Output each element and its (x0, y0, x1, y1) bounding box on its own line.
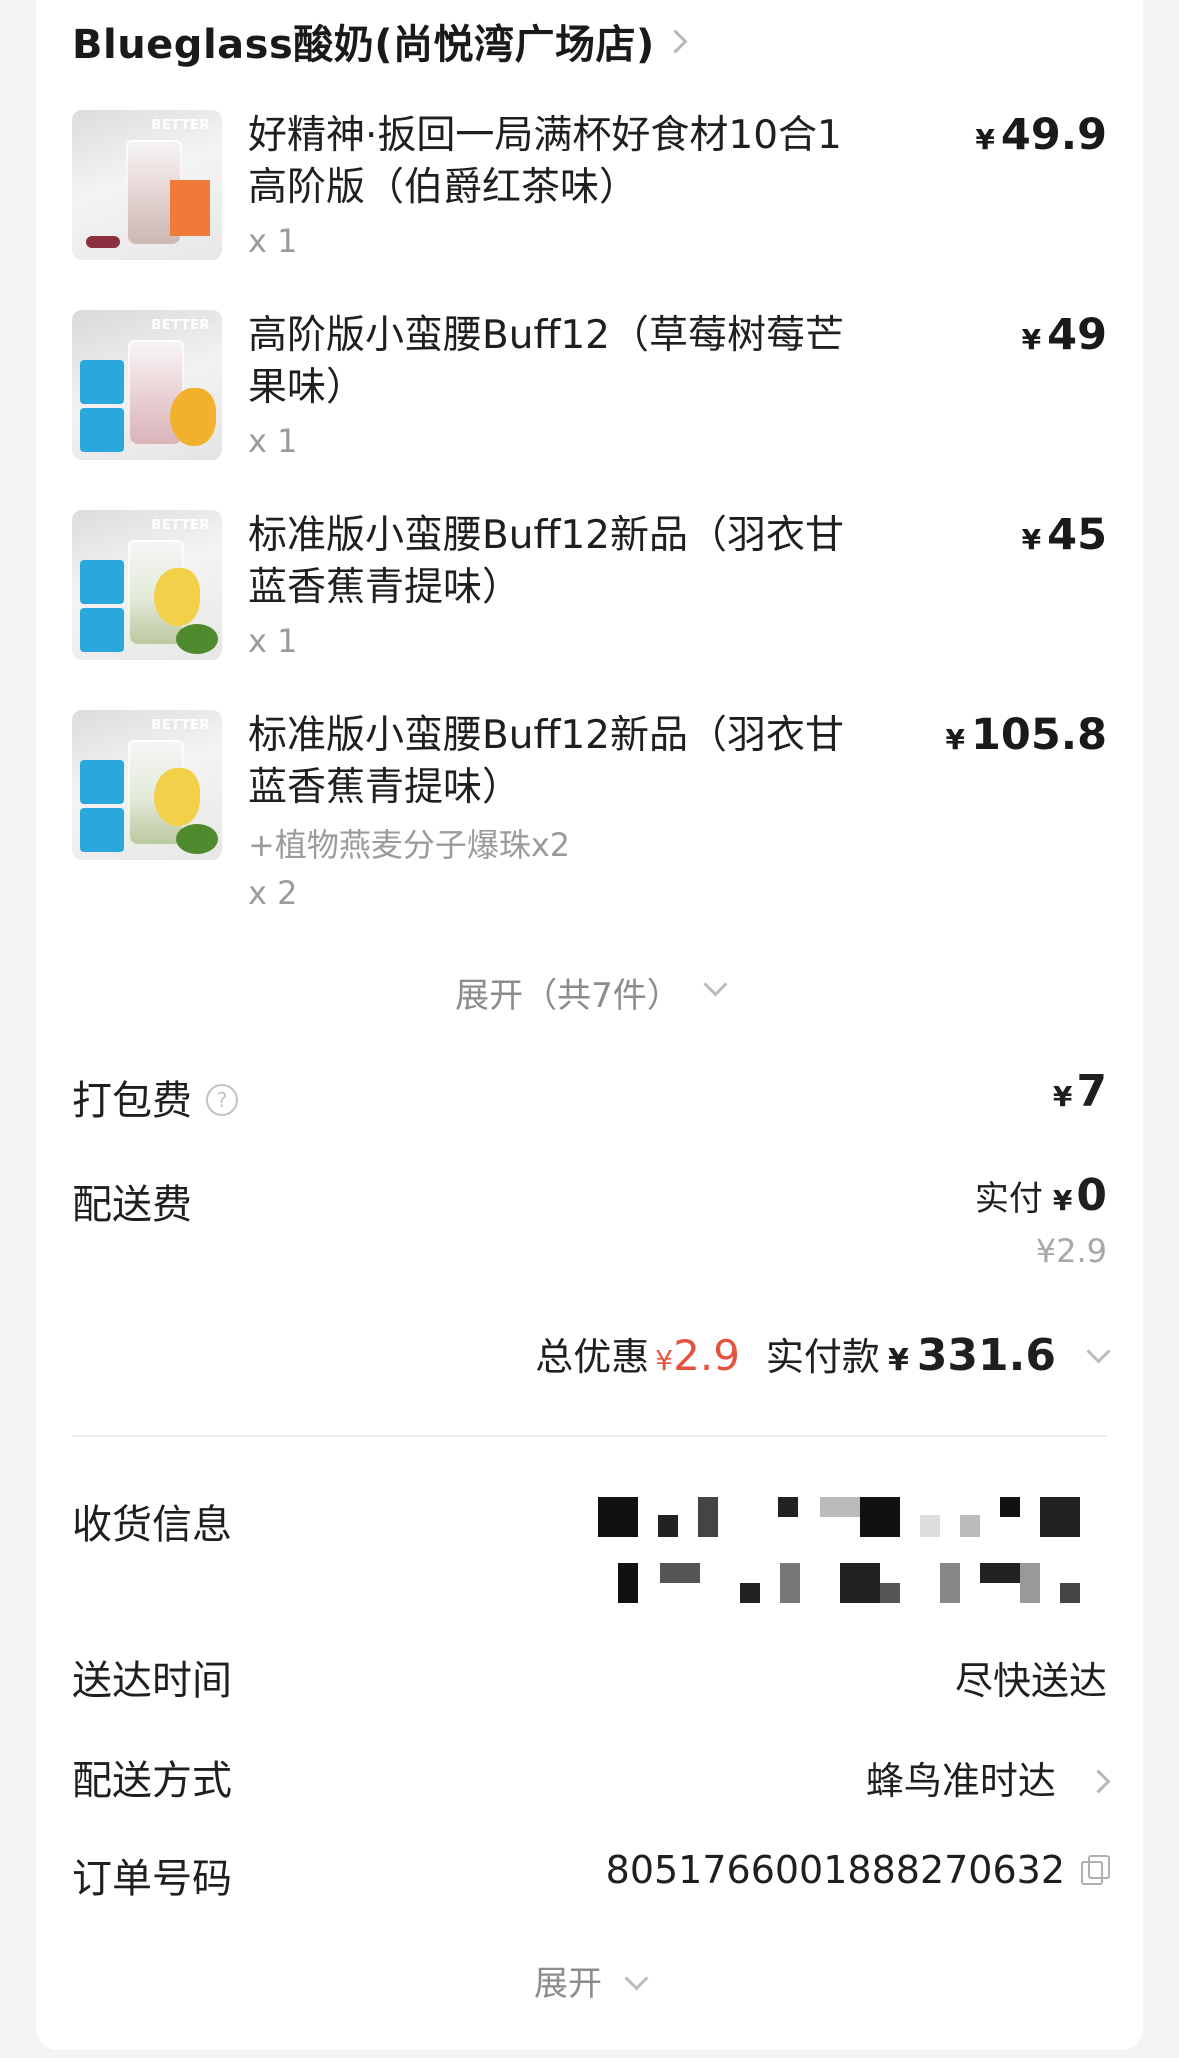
help-icon[interactable]: ? (206, 1084, 238, 1116)
store-header[interactable]: Blueglass酸奶(尚悦湾广场店) (72, 12, 688, 70)
product-thumbnail: BETTER (72, 510, 222, 660)
delivery-method-value[interactable]: 蜂鸟准时达 (866, 1750, 1111, 1805)
list-item[interactable]: BETTER 标准版小蛮腰Buff12新品（羽衣甘蓝香蕉青提味） ¥105.8 … (72, 710, 1107, 920)
redacted-address (598, 1497, 1120, 1603)
product-thumbnail: BETTER (72, 110, 222, 260)
delivery-fee-value: 实付 ¥0 (974, 1170, 1107, 1221)
item-name: 好精神·扳回一局满杯好食材10合1高阶版（伯爵红茶味） (248, 113, 842, 210)
list-item[interactable]: BETTER 好精神·扳回一局满杯好食材10合1高阶版（伯爵红茶味） ¥49.9… (72, 110, 1107, 300)
chevron-down-icon (624, 1966, 649, 1991)
chevron-right-icon (663, 28, 688, 54)
item-quantity: x 1 (248, 222, 298, 260)
product-thumbnail: BETTER (72, 710, 222, 860)
order-number-value: 8051766001888270632 (606, 1848, 1110, 1892)
chevron-down-icon (703, 972, 728, 997)
expand-items-button[interactable]: 展开（共7件） (0, 968, 1179, 1017)
delivery-fee-original: ¥2.9 (1035, 1232, 1107, 1270)
store-name: Blueglass酸奶(尚悦湾广场店) (72, 22, 655, 68)
item-name: 标准版小蛮腰Buff12新品（羽衣甘蓝香蕉青提味） (248, 513, 844, 610)
order-number-label: 订单号码 (72, 1856, 232, 1902)
list-item[interactable]: BETTER 高阶版小蛮腰Buff12（草莓树莓芒果味） ¥49 x 1 (72, 310, 1107, 500)
delivery-method-label: 配送方式 (72, 1758, 232, 1804)
item-price: ¥45 (1021, 510, 1107, 560)
receiver-info-label: 收货信息 (72, 1502, 232, 1548)
product-thumbnail: BETTER (72, 310, 222, 460)
delivery-fee-label: 配送费 (72, 1182, 192, 1228)
item-quantity: x 1 (248, 422, 298, 460)
item-addon: +植物燕麦分子爆珠x2 (248, 826, 571, 864)
copy-icon[interactable] (1081, 1854, 1110, 1885)
packing-fee-label: 打包费? (72, 1068, 238, 1126)
delivery-time-label: 送达时间 (72, 1658, 232, 1704)
total-paid: 331.6 (916, 1330, 1056, 1381)
item-quantity: x 2 (248, 874, 298, 912)
expand-details-button[interactable]: 展开 (0, 1956, 1179, 2005)
item-name: 高阶版小蛮腰Buff12（草莓树莓芒果味） (248, 313, 844, 410)
item-name: 标准版小蛮腰Buff12新品（羽衣甘蓝香蕉青提味） (248, 713, 844, 810)
order-summary[interactable]: 总优惠 ¥ 2.9 实付款 ¥ 331.6 (535, 1326, 1111, 1381)
delivery-time-value: 尽快送达 (954, 1659, 1107, 1703)
item-quantity: x 1 (248, 622, 298, 660)
chevron-right-icon (1086, 1769, 1111, 1794)
packing-fee-value: ¥7 (1052, 1066, 1107, 1117)
list-item[interactable]: BETTER 标准版小蛮腰Buff12新品（羽衣甘蓝香蕉青提味） ¥45 x 1 (72, 510, 1107, 700)
divider (72, 1435, 1107, 1437)
item-price: ¥105.8 (945, 710, 1108, 760)
order-card (36, 0, 1143, 2050)
item-price: ¥49.9 (975, 110, 1107, 160)
item-price: ¥49 (1021, 310, 1107, 360)
discount-amount: 2.9 (673, 1331, 740, 1380)
chevron-down-icon (1086, 1339, 1111, 1364)
